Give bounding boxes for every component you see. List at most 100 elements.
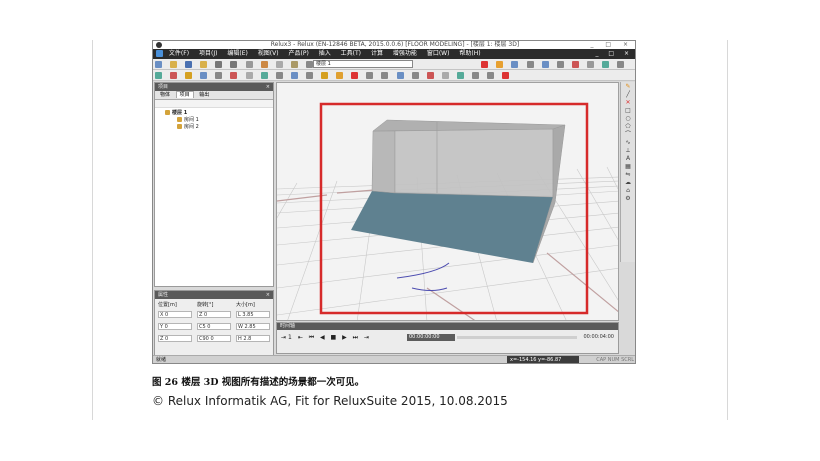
- room-tool-icon[interactable]: [155, 72, 162, 79]
- close-icon[interactable]: ×: [266, 291, 270, 299]
- print-icon[interactable]: [245, 61, 253, 68]
- mirror-icon[interactable]: ⇋: [624, 172, 633, 178]
- perspective-view-icon[interactable]: [502, 72, 510, 79]
- app-menu-icon[interactable]: [156, 50, 163, 57]
- menu-edit[interactable]: 编辑(E): [227, 50, 247, 57]
- tree-item-floor[interactable]: 楼层 1: [161, 110, 273, 117]
- rotation-c5-field[interactable]: C5 0: [197, 323, 231, 330]
- orbit-view-icon[interactable]: [441, 72, 449, 79]
- menu-window[interactable]: 窗口(W): [427, 50, 450, 57]
- render-icon[interactable]: [571, 61, 579, 68]
- polyline-tool-icon[interactable]: [275, 72, 283, 79]
- move-tool-icon[interactable]: [481, 61, 489, 68]
- menu-project[interactable]: 项目(J): [199, 50, 217, 57]
- size-length-field[interactable]: L 3.85: [236, 311, 270, 318]
- size-height-field[interactable]: H 2.8: [236, 335, 270, 342]
- menu-bar: 文件(F) 项目(J) 编辑(E) 视图(V) 产品(P) 插入 工具(T) 计…: [153, 49, 635, 59]
- transport-buttons[interactable]: ⇤ ⏮ ◀ ■ ▶ ⏭ ⇥: [298, 334, 371, 341]
- object-tool-icon[interactable]: [305, 72, 313, 79]
- page-border-right: [727, 40, 728, 420]
- redo-icon[interactable]: [230, 61, 238, 68]
- paste-icon[interactable]: [290, 61, 298, 68]
- polygon-icon[interactable]: ⬠: [624, 124, 633, 130]
- playback-controls[interactable]: ⇥1 ⇤ ⏮ ◀ ■ ▶ ⏭ ⇥: [281, 334, 371, 342]
- zoom-out-icon[interactable]: [381, 72, 389, 79]
- tab-output[interactable]: 输出: [196, 92, 212, 98]
- rotation-c90-field[interactable]: C90 0: [197, 335, 231, 342]
- timeline-current-time[interactable]: 00:00:00:00: [407, 334, 455, 341]
- door-tool-icon[interactable]: [185, 72, 193, 79]
- surface-tool-icon[interactable]: [290, 72, 298, 79]
- menu-insert[interactable]: 插入: [319, 50, 331, 57]
- loop-toggle[interactable]: ⇥1: [281, 334, 294, 341]
- delete-icon[interactable]: [305, 61, 313, 68]
- window-tool-icon[interactable]: [200, 72, 208, 79]
- view-3d-icon[interactable]: [351, 72, 359, 79]
- folder-icon[interactable]: [200, 61, 208, 68]
- close-icon[interactable]: ×: [266, 83, 270, 91]
- menu-enhancements[interactable]: 增强功能: [393, 50, 417, 57]
- window-controls[interactable]: _ □ ×: [590, 41, 633, 49]
- undo-icon[interactable]: [215, 61, 223, 68]
- line-icon[interactable]: ╱: [624, 92, 633, 98]
- house-icon[interactable]: ⌂: [624, 188, 633, 194]
- top-view-icon[interactable]: [456, 72, 464, 79]
- tree-item-room-1[interactable]: 房间 1: [161, 117, 273, 124]
- tab-objects[interactable]: 物体: [157, 92, 173, 98]
- zoom-extents-icon[interactable]: [396, 72, 404, 79]
- luminaire-icon[interactable]: [586, 61, 594, 68]
- position-z-field[interactable]: Z 0: [158, 335, 192, 342]
- arc-icon[interactable]: ⌒: [624, 132, 633, 138]
- floor-select[interactable]: 楼层 1: [313, 60, 413, 68]
- save-icon[interactable]: [185, 61, 193, 68]
- grid-icon[interactable]: [511, 61, 519, 68]
- position-x-field[interactable]: X 0: [158, 311, 192, 318]
- new-file-icon[interactable]: [155, 61, 162, 68]
- pan-view-icon[interactable]: [426, 72, 434, 79]
- zigzag-icon[interactable]: ∿: [624, 140, 633, 146]
- wall-tool-icon[interactable]: [170, 72, 178, 79]
- sun-tool-icon[interactable]: [336, 72, 344, 79]
- timeline-track[interactable]: [457, 336, 577, 339]
- align-icon[interactable]: [541, 61, 549, 68]
- settings-icon[interactable]: ⚙: [624, 196, 633, 202]
- stair-tool-icon[interactable]: [230, 72, 238, 79]
- snap-icon[interactable]: [556, 61, 564, 68]
- hatch-icon[interactable]: ▦: [624, 164, 633, 170]
- size-width-field[interactable]: W 2.85: [236, 323, 270, 330]
- rotation-z-field[interactable]: Z 0: [197, 311, 231, 318]
- measure-icon[interactable]: [526, 61, 534, 68]
- rectangle-icon[interactable]: □: [624, 108, 633, 114]
- open-folder-icon[interactable]: [170, 61, 178, 68]
- cut-icon[interactable]: [260, 61, 268, 68]
- text-icon[interactable]: A: [624, 156, 633, 162]
- menu-tools[interactable]: 工具(T): [341, 50, 361, 57]
- furniture-tool-icon[interactable]: [260, 72, 268, 79]
- menu-view[interactable]: 视图(V): [258, 50, 279, 57]
- light-tool-icon[interactable]: [321, 72, 329, 79]
- menu-calculate[interactable]: 计算: [371, 50, 383, 57]
- camera-icon[interactable]: [617, 61, 625, 68]
- cloud-icon[interactable]: ☁: [624, 180, 633, 186]
- ceiling-tool-icon[interactable]: [245, 72, 253, 79]
- rotate-view-icon[interactable]: [411, 72, 419, 79]
- sensor-icon[interactable]: [601, 61, 609, 68]
- select-tool-icon[interactable]: [496, 61, 504, 68]
- front-view-icon[interactable]: [471, 72, 479, 79]
- menu-file[interactable]: 文件(F): [169, 50, 189, 57]
- dimension-icon[interactable]: ⟂: [624, 148, 633, 154]
- menu-product[interactable]: 产品(P): [288, 50, 308, 57]
- zoom-in-icon[interactable]: [366, 72, 374, 79]
- column-tool-icon[interactable]: [215, 72, 223, 79]
- 3d-viewport[interactable]: [276, 82, 619, 321]
- position-y-field[interactable]: Y 0: [158, 323, 192, 330]
- side-view-icon[interactable]: [487, 72, 495, 79]
- tab-project[interactable]: 项目: [175, 91, 194, 98]
- circle-icon[interactable]: ○: [624, 116, 633, 122]
- menu-help[interactable]: 帮助(H): [459, 50, 480, 57]
- tree-item-room-2[interactable]: 房间 2: [161, 124, 273, 131]
- pencil-icon[interactable]: ✎: [624, 84, 633, 90]
- delete-cross-icon[interactable]: ✕: [624, 100, 633, 106]
- copy-icon[interactable]: [275, 61, 283, 68]
- mdi-controls[interactable]: _ □ ×: [595, 49, 633, 59]
